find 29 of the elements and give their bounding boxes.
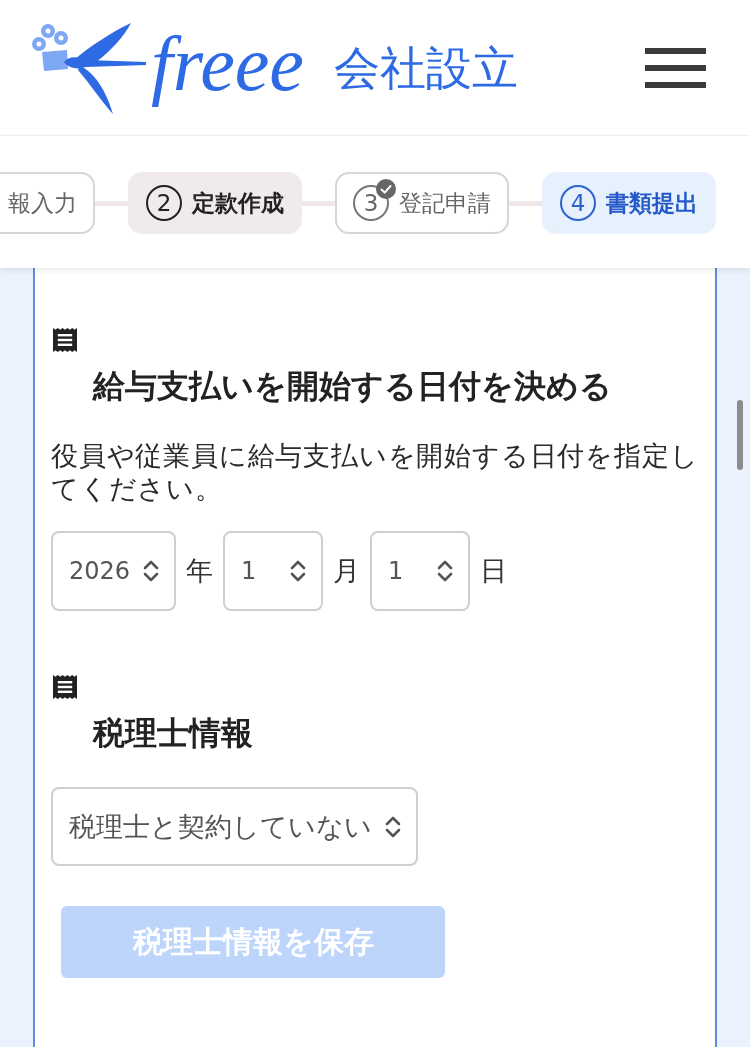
step-connector bbox=[302, 200, 335, 206]
section-heading: 給与支払いを開始する日付を決める bbox=[91, 366, 613, 406]
chevron-updown-icon bbox=[436, 559, 455, 583]
logo-wordmark: freee bbox=[151, 24, 304, 109]
step-tab[interactable]: 報入力 bbox=[0, 172, 95, 234]
day-select[interactable]: 1 bbox=[370, 531, 471, 611]
step-connector bbox=[95, 200, 128, 206]
chevron-updown-icon bbox=[384, 814, 402, 839]
receipt-icon bbox=[53, 328, 77, 352]
step-connector bbox=[509, 200, 542, 206]
scrollbar-thumb[interactable] bbox=[737, 400, 743, 470]
step-tab[interactable]: 3 登記申請 bbox=[335, 172, 509, 234]
date-unit-label: 日 bbox=[480, 554, 508, 588]
menu-icon[interactable] bbox=[645, 47, 706, 88]
step-number: 2 bbox=[146, 185, 182, 221]
chevron-updown-icon bbox=[142, 559, 161, 583]
date-unit-label: 年 bbox=[186, 554, 214, 588]
year-select[interactable]: 2026 bbox=[51, 531, 177, 611]
step-tab[interactable]: 2 定款作成 bbox=[128, 172, 302, 234]
step-number: 4 bbox=[560, 185, 596, 221]
date-unit-label: 月 bbox=[333, 554, 361, 588]
description-text: 役員や従業員に給与支払いを開始する日付を指定してください。 bbox=[51, 439, 700, 505]
tax-advisor-select[interactable]: 税理士と契約していない bbox=[51, 787, 418, 866]
chevron-updown-icon bbox=[289, 559, 308, 583]
month-select[interactable]: 1 bbox=[223, 531, 324, 611]
receipt-icon bbox=[53, 675, 77, 699]
step-tab[interactable]: 4 書類提出 bbox=[542, 172, 716, 234]
logo-product-name: 会社設立 bbox=[334, 44, 518, 91]
section-heading: 税理士情報 bbox=[91, 713, 254, 753]
